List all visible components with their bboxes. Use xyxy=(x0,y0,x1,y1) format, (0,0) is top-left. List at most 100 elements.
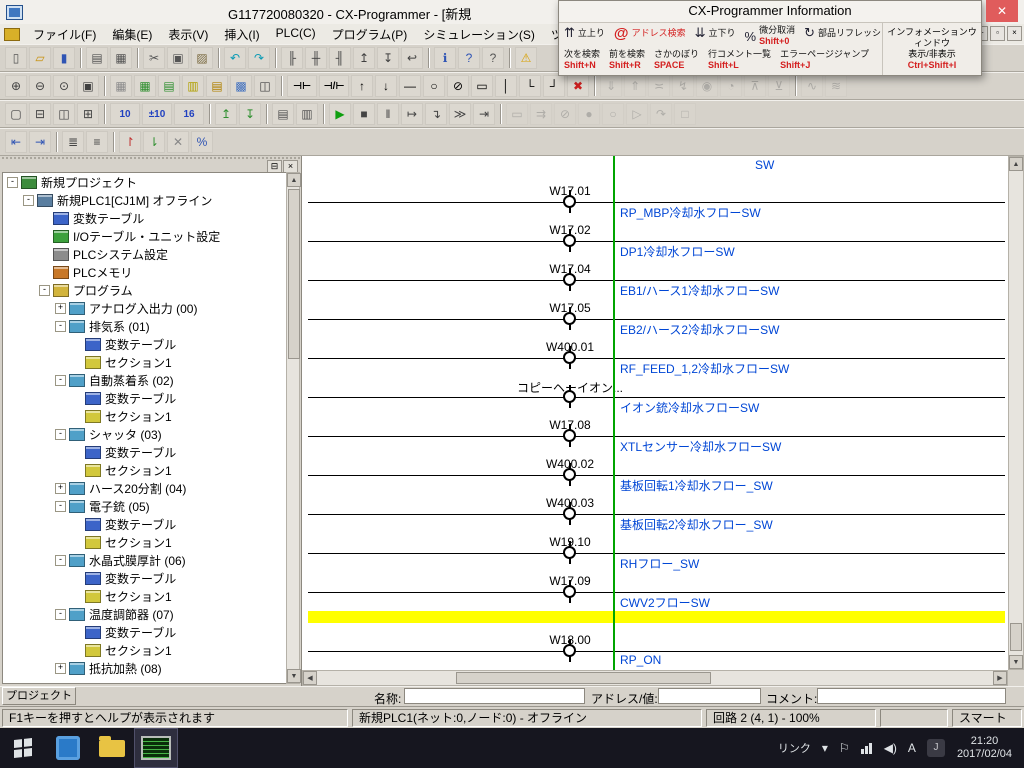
clear-mark-icon[interactable]: ✕ xyxy=(167,131,189,153)
operand-address[interactable]: W17.02 xyxy=(490,223,650,237)
tree-item[interactable]: セクション1 xyxy=(3,533,286,551)
tree-item[interactable]: +抵抗加熱 (08) xyxy=(3,659,286,677)
scroll-thumb[interactable] xyxy=(1010,623,1022,651)
tree-item[interactable]: -シャッタ (03) xyxy=(3,425,286,443)
contact-up-icon[interactable]: ↑ xyxy=(351,75,373,97)
ladder-rung[interactable]: W17.02DP1冷却水フローSW xyxy=(302,217,1008,256)
split-window-icon[interactable]: ⊟ xyxy=(29,103,51,125)
operand-address[interactable]: W400.03 xyxy=(490,496,650,510)
menu-insert[interactable]: 挿入(I) xyxy=(216,26,267,43)
find-back-icon[interactable]: ╢ xyxy=(329,47,351,69)
tree-item[interactable]: 変数テーブル xyxy=(3,623,286,641)
network-icon[interactable] xyxy=(861,742,873,754)
ladder-rung[interactable]: コピーヘーイオン...イオン銃冷却水フローSW xyxy=(302,373,1008,412)
find-down-icon[interactable]: ↧ xyxy=(377,47,399,69)
percent-icon[interactable]: % xyxy=(191,131,213,153)
mark-down-icon[interactable]: ⇂ xyxy=(143,131,165,153)
collapse-icon[interactable]: - xyxy=(55,375,66,386)
context-help-icon[interactable]: ? xyxy=(482,47,504,69)
symbol-table-icon[interactable]: ▦ xyxy=(134,75,156,97)
scan-run-icon[interactable]: ⇥ xyxy=(473,103,495,125)
pinned-app-button-blue[interactable] xyxy=(46,728,90,768)
zoom-fit-icon[interactable]: ▣ xyxy=(77,75,99,97)
instruction-icon[interactable]: ▭ xyxy=(471,75,493,97)
tree-item[interactable]: -新規PLC1[CJ1M] オフライン xyxy=(3,191,286,209)
tree-item[interactable]: -新規プロジェクト xyxy=(3,173,286,191)
scroll-thumb[interactable] xyxy=(456,672,711,684)
undo-icon[interactable]: ↶ xyxy=(224,47,246,69)
new-window-icon[interactable]: ▢ xyxy=(5,103,27,125)
signed-decimal-monitor-icon[interactable]: ±10 xyxy=(142,103,172,125)
paste-icon[interactable]: ▨ xyxy=(191,47,213,69)
ladder-rung[interactable]: W17.05EB2/ハース2冷却水フローSW xyxy=(302,295,1008,334)
scroll-left-arrow[interactable]: ◀ xyxy=(303,671,317,685)
operand-address[interactable]: W19.10 xyxy=(490,535,650,549)
tree-item[interactable]: セクション1 xyxy=(3,641,286,659)
copy-icon[interactable]: ▣ xyxy=(167,47,189,69)
ladder-horizontal-scrollbar[interactable]: ◀ ▶ xyxy=(302,670,1008,686)
operand-comment[interactable]: RF_FEED_1,2冷却水フローSW xyxy=(620,360,789,377)
volume-icon[interactable]: ◀) xyxy=(884,741,897,755)
tree-item[interactable]: -水晶式膜厚計 (06) xyxy=(3,551,286,569)
cx-programmer-taskbar-button[interactable] xyxy=(134,728,178,768)
retrace-icon[interactable]: ↩ xyxy=(401,47,423,69)
insert-rung-below-icon[interactable]: ↧ xyxy=(239,103,261,125)
operand-address[interactable]: W400.01 xyxy=(490,340,650,354)
mdi-restore-button[interactable]: ▫ xyxy=(990,26,1005,41)
memory-view-icon[interactable]: ▥ xyxy=(296,103,318,125)
io-comment-icon[interactable]: ▤ xyxy=(206,75,228,97)
collapse-icon[interactable]: - xyxy=(55,501,66,512)
tree-item[interactable]: PLCシステム設定 xyxy=(3,245,286,263)
ladder-rung[interactable]: W400.01RF_FEED_1,2冷却水フローSW xyxy=(302,334,1008,373)
section-list-icon[interactable]: ▥ xyxy=(182,75,204,97)
simulation-run-icon[interactable]: ▶ xyxy=(329,103,351,125)
delete-icon[interactable]: ✖ xyxy=(567,75,589,97)
menu-edit[interactable]: 編集(E) xyxy=(104,26,160,43)
step-run-icon[interactable]: ↦ xyxy=(401,103,423,125)
tree-item[interactable]: -自動蒸着系 (02) xyxy=(3,371,286,389)
zoom-in-icon[interactable]: ⊕ xyxy=(5,75,27,97)
operand-comment[interactable]: RP_ON xyxy=(620,653,661,667)
start-button[interactable] xyxy=(0,728,46,768)
operand-comment[interactable]: イオン銃冷却水フローSW xyxy=(620,399,759,416)
popup-titlebar[interactable]: CX-Programmer Information xyxy=(559,1,981,23)
menu-program[interactable]: プログラム(P) xyxy=(324,26,416,43)
coil-icon[interactable]: ○ xyxy=(423,75,445,97)
tree-item[interactable]: -電子銃 (05) xyxy=(3,497,286,515)
operand-comment[interactable]: 基板回転2冷却水フロー_SW xyxy=(620,516,773,533)
tree-item[interactable]: セクション1 xyxy=(3,353,286,371)
ladder-vertical-scrollbar[interactable]: ▲ ▼ xyxy=(1008,156,1024,670)
ladder-rung[interactable]: W400.03基板回転2冷却水フロー_SW xyxy=(302,490,1008,529)
indent-rung-icon[interactable]: ⇥ xyxy=(29,131,51,153)
ime-mode-icon[interactable]: A xyxy=(908,741,916,755)
help-icon[interactable]: ? xyxy=(458,47,480,69)
operand-comment[interactable]: EB2/ハース2冷却水フローSW xyxy=(620,321,779,338)
tree-item[interactable]: 変数テーブル xyxy=(3,209,286,227)
warning-icon[interactable]: ⚠ xyxy=(515,47,537,69)
ladder-rung[interactable]: W18.00RP_ON xyxy=(302,627,1008,666)
cascade-windows-icon[interactable]: ◫ xyxy=(53,103,75,125)
decimal-monitor-icon[interactable]: 10 xyxy=(110,103,140,125)
connect-up-icon[interactable]: ┘ xyxy=(543,75,565,97)
operand-comment[interactable]: EB1/ハース1冷却水フローSW xyxy=(620,282,779,299)
cut-icon[interactable]: ✂ xyxy=(143,47,165,69)
ladder-editor[interactable]: SW W17.01RP_MBP冷却水フローSWW17.02DP1冷却水フローSW… xyxy=(302,156,1008,670)
scroll-up-arrow[interactable]: ▲ xyxy=(1009,157,1023,171)
new-file-icon[interactable]: ▯ xyxy=(5,47,27,69)
links-toolbar-label[interactable]: リンク xyxy=(778,740,811,756)
operand-address[interactable]: コピーヘーイオン... xyxy=(490,379,650,396)
mark-up-icon[interactable]: ↾ xyxy=(119,131,141,153)
operand-comment[interactable]: DP1冷却水フローSW xyxy=(620,243,735,260)
close-button[interactable]: ✕ xyxy=(986,0,1018,22)
expand-icon[interactable]: + xyxy=(55,303,66,314)
menu-simulation[interactable]: シミュレーション(S) xyxy=(415,26,543,43)
contact-down-icon[interactable]: ↓ xyxy=(375,75,397,97)
horizontal-line-icon[interactable]: — xyxy=(399,75,421,97)
collapse-icon[interactable]: - xyxy=(55,609,66,620)
print-icon[interactable]: ▤ xyxy=(86,47,108,69)
ladder-rung[interactable]: W17.08XTLセンサー冷却水フローSW xyxy=(302,412,1008,451)
insert-rung-above-icon[interactable]: ↥ xyxy=(215,103,237,125)
tree-item[interactable]: +アナログ入出力 (00) xyxy=(3,299,286,317)
scroll-up-arrow[interactable]: ▲ xyxy=(287,173,301,187)
operand-address[interactable]: W17.09 xyxy=(490,574,650,588)
